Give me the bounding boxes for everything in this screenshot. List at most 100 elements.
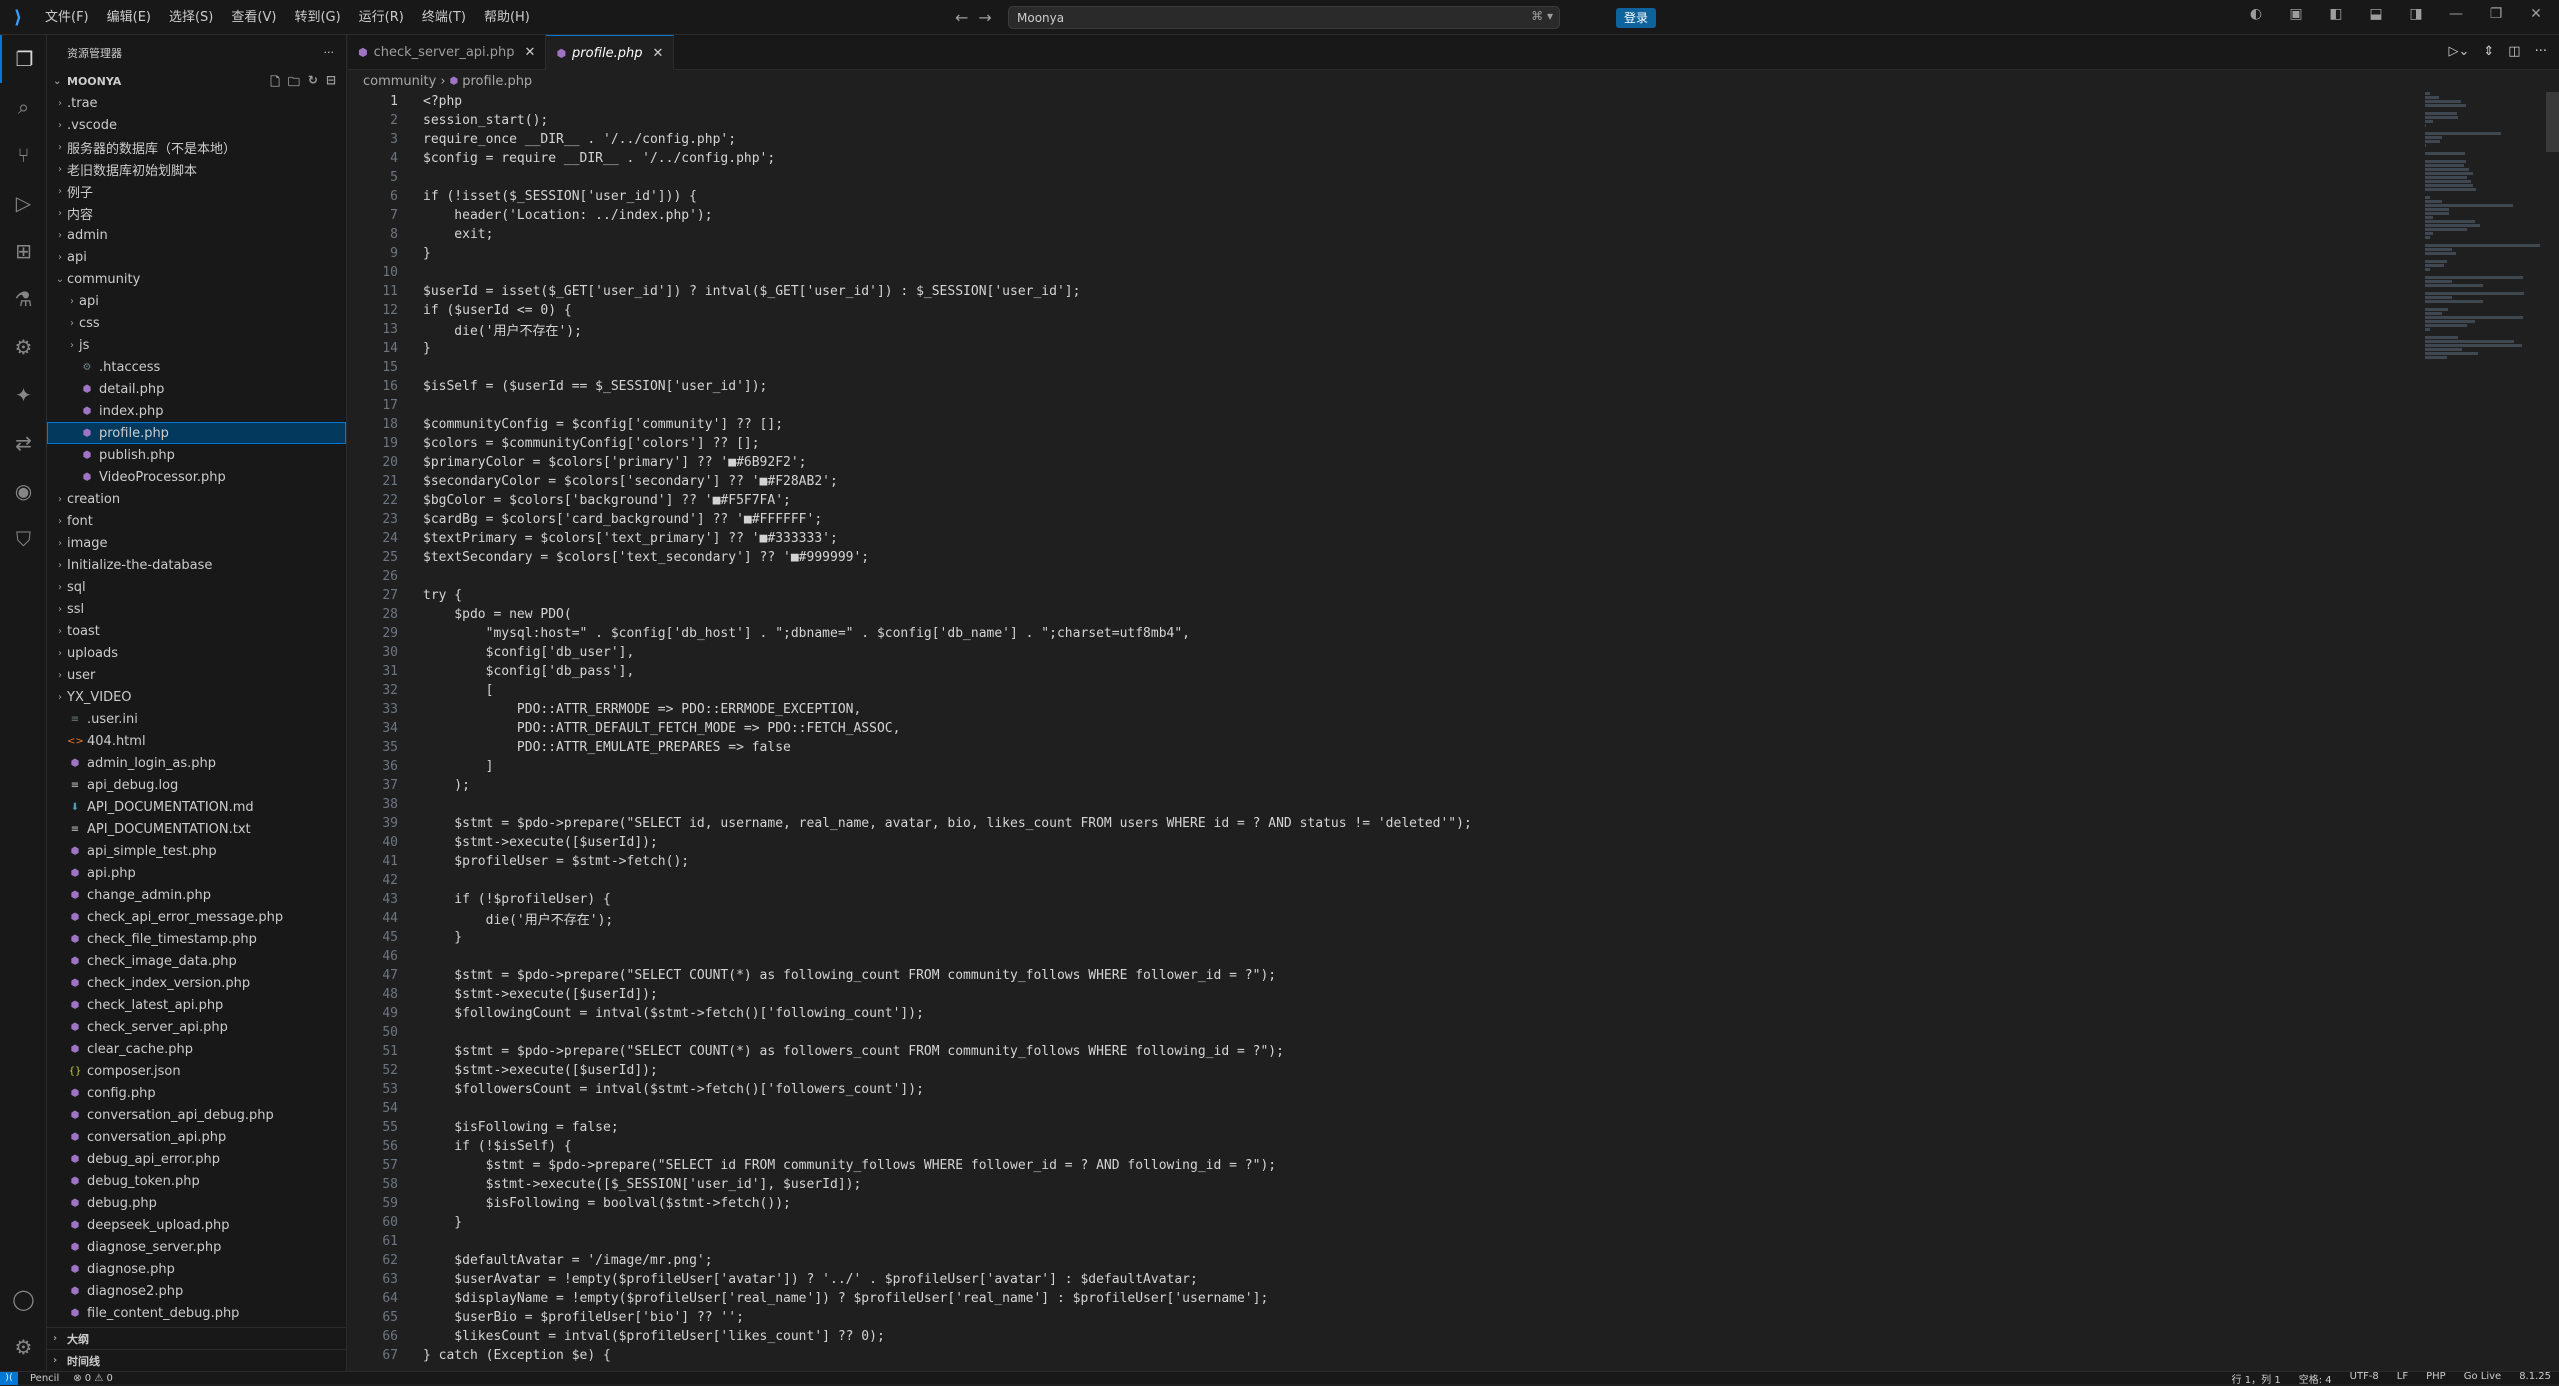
tree-file[interactable]: ⬢ index.php bbox=[47, 400, 346, 422]
code-line[interactable]: 23 $cardBg = $colors['card_background'] ?… bbox=[348, 510, 2408, 529]
code-line[interactable]: 61 bbox=[348, 1232, 2408, 1251]
code-line[interactable]: 34 PDO::ATTR_DEFAULT_FETCH_MODE => PDO::… bbox=[348, 719, 2408, 738]
code-line[interactable]: 57 $stmt = $pdo->prepare("SELECT id FROM… bbox=[348, 1156, 2408, 1175]
split-editor-icon[interactable]: ◫ bbox=[2508, 44, 2520, 59]
code-line[interactable]: 5 bbox=[348, 168, 2408, 187]
tree-folder[interactable]: › YX_VIDEO bbox=[47, 686, 346, 708]
code-line[interactable]: 50 bbox=[348, 1023, 2408, 1042]
edge-icon[interactable]: ◉ bbox=[0, 467, 47, 515]
status-right-item[interactable]: Go Live bbox=[2464, 1371, 2501, 1386]
back-icon[interactable]: ← bbox=[955, 8, 968, 27]
tree-file[interactable]: ⚙ .htaccess bbox=[47, 356, 346, 378]
code-line[interactable]: 67} catch (Exception $e) { bbox=[348, 1346, 2408, 1365]
tree-file[interactable]: {} composer.json bbox=[47, 1060, 346, 1082]
code-line[interactable]: 62 $defaultAvatar = '/image/mr.png'; bbox=[348, 1251, 2408, 1270]
testing-icon[interactable]: ⚗ bbox=[0, 275, 47, 323]
tree-file[interactable]: ⬢ publish.php bbox=[47, 444, 346, 466]
code-line[interactable]: 52 $stmt->execute([$userId]); bbox=[348, 1061, 2408, 1080]
menu-item[interactable]: 帮助(H) bbox=[475, 0, 539, 35]
run-icon[interactable]: ▷⌄ bbox=[2449, 44, 2470, 59]
settings-gear-icon[interactable]: ⚙ bbox=[0, 1323, 47, 1371]
more-actions-icon[interactable]: ··· bbox=[324, 46, 335, 59]
tree-folder[interactable]: › api bbox=[47, 246, 346, 268]
code-line[interactable]: 36 ] bbox=[348, 757, 2408, 776]
code-line[interactable]: 39 $stmt = $pdo->prepare("SELECT id, use… bbox=[348, 814, 2408, 833]
panel-toggle-icon[interactable]: ⬓ bbox=[2365, 6, 2387, 22]
status-right-item[interactable]: 8.1.25 bbox=[2519, 1371, 2551, 1386]
close-icon[interactable]: ✕ bbox=[652, 46, 663, 61]
code-line[interactable]: 66 $likesCount = intval($profileUser['li… bbox=[348, 1327, 2408, 1346]
run-debug-icon[interactable]: ▷ bbox=[0, 179, 47, 227]
code-line[interactable]: 13 die('用户不存在'); bbox=[348, 320, 2408, 339]
code-line[interactable]: 26 bbox=[348, 567, 2408, 586]
code-line[interactable]: 4 $config = require __DIR__ . '/../config… bbox=[348, 149, 2408, 168]
tree-folder[interactable]: › toast bbox=[47, 620, 346, 642]
code-line[interactable]: 31 $config['db_pass'], bbox=[348, 662, 2408, 681]
tree-file[interactable]: ⬢ diagnose2.php bbox=[47, 1280, 346, 1302]
tree-folder[interactable]: › 服务器的数据库（不是本地） bbox=[47, 136, 346, 158]
menu-item[interactable]: 运行(R) bbox=[350, 0, 413, 35]
new-file-icon[interactable]: 🗋 bbox=[270, 73, 280, 94]
code-line[interactable]: 47 $stmt = $pdo->prepare("SELECT COUNT(*… bbox=[348, 966, 2408, 985]
tree-file[interactable]: ⬢ clear_cache.php bbox=[47, 1038, 346, 1060]
tree-file[interactable]: ⬢ conversation_api.php bbox=[47, 1126, 346, 1148]
code-line[interactable]: 21 $secondaryColor = $colors['secondary']… bbox=[348, 472, 2408, 491]
more-icon[interactable]: ··· bbox=[2535, 44, 2547, 59]
tree-file[interactable]: ⬇ API_DOCUMENTATION.md bbox=[47, 796, 346, 818]
code-line[interactable]: 59 $isFollowing = boolval($stmt->fetch()… bbox=[348, 1194, 2408, 1213]
collapse-all-icon[interactable]: ⊟ bbox=[326, 73, 336, 94]
menu-item[interactable]: 终端(T) bbox=[413, 0, 475, 35]
code-line[interactable]: 17 bbox=[348, 396, 2408, 415]
code-line[interactable]: 64 $displayName = !empty($profileUser['r… bbox=[348, 1289, 2408, 1308]
code-line[interactable]: 53 $followersCount = intval($stmt->fetch… bbox=[348, 1080, 2408, 1099]
compare-icon[interactable]: ⇕ bbox=[2483, 44, 2494, 59]
tab-profile[interactable]: ⬢ profile.php ✕ bbox=[546, 35, 675, 70]
tree-file[interactable]: ⬢ debug_api_error.php bbox=[47, 1148, 346, 1170]
code-line[interactable]: 35 PDO::ATTR_EMULATE_PREPARES => false bbox=[348, 738, 2408, 757]
search-icon[interactable]: ⌕ bbox=[0, 83, 47, 131]
status-right-item[interactable]: LF bbox=[2397, 1371, 2408, 1386]
code-line[interactable]: 10 bbox=[348, 263, 2408, 282]
tree-file[interactable]: ≡ API_DOCUMENTATION.txt bbox=[47, 818, 346, 840]
code-line[interactable]: 7 header('Location: ../index.php'); bbox=[348, 206, 2408, 225]
code-line[interactable]: 56 if (!$isSelf) { bbox=[348, 1137, 2408, 1156]
code-line[interactable]: 30 $config['db_user'], bbox=[348, 643, 2408, 662]
project-root[interactable]: ⌄ MOONYA 🗋 🗀 ↻ ⊟ bbox=[47, 70, 346, 92]
code-line[interactable]: 32 [ bbox=[348, 681, 2408, 700]
tree-folder[interactable]: › api bbox=[47, 290, 346, 312]
code-line[interactable]: 25 $textSecondary = $colors['text_seconda… bbox=[348, 548, 2408, 567]
code-line[interactable]: 16 $isSelf = ($userId == $_SESSION['user_… bbox=[348, 377, 2408, 396]
code-line[interactable]: 46 bbox=[348, 947, 2408, 966]
code-line[interactable]: 40 $stmt->execute([$userId]); bbox=[348, 833, 2408, 852]
vertical-scrollbar[interactable] bbox=[2546, 92, 2559, 152]
tree-file[interactable]: ≡ api_debug.log bbox=[47, 774, 346, 796]
tree-file[interactable]: ⬢ admin_login_as.php bbox=[47, 752, 346, 774]
tree-file[interactable]: ⬢ VideoProcessor.php bbox=[47, 466, 346, 488]
breadcrumb-file[interactable]: profile.php bbox=[462, 74, 532, 89]
tree-folder[interactable]: › user bbox=[47, 664, 346, 686]
tree-file[interactable]: ⬢ check_latest_api.php bbox=[47, 994, 346, 1016]
code-line[interactable]: 20 $primaryColor = $colors['primary'] ?? … bbox=[348, 453, 2408, 472]
tree-folder[interactable]: › ssl bbox=[47, 598, 346, 620]
code-line[interactable]: 12 if ($userId <= 0) { bbox=[348, 301, 2408, 320]
code-line[interactable]: 42 bbox=[348, 871, 2408, 890]
status-right-item[interactable]: 行 1，列 1 bbox=[2232, 1371, 2281, 1386]
close-icon[interactable]: ✕ bbox=[525, 45, 536, 60]
accounts-icon[interactable]: ◐ bbox=[2245, 6, 2267, 22]
tree-folder[interactable]: › admin bbox=[47, 224, 346, 246]
menu-item[interactable]: 查看(V) bbox=[222, 0, 285, 35]
tree-folder[interactable]: › sql bbox=[47, 576, 346, 598]
menu-item[interactable]: 文件(F) bbox=[36, 0, 98, 35]
tree-folder[interactable]: › .vscode bbox=[47, 114, 346, 136]
tree-folder[interactable]: › creation bbox=[47, 488, 346, 510]
tree-folder[interactable]: › 老旧数据库初始划脚本 bbox=[47, 158, 346, 180]
tree-file[interactable]: ≡ .user.ini bbox=[47, 708, 346, 730]
tree-folder[interactable]: › 例子 bbox=[47, 180, 346, 202]
minimap[interactable] bbox=[2425, 92, 2545, 1371]
tree-file[interactable]: ⬢ change_admin.php bbox=[47, 884, 346, 906]
ai-assistant-icon[interactable]: ✦ bbox=[0, 371, 47, 419]
tree-folder[interactable]: › Initialize-the-database bbox=[47, 554, 346, 576]
code-line[interactable]: 3 require_once __DIR__ . '/../config.php'… bbox=[348, 130, 2408, 149]
code-line[interactable]: 65 $userBio = $profileUser['bio'] ?? ''; bbox=[348, 1308, 2408, 1327]
refresh-icon[interactable]: ↻ bbox=[308, 73, 318, 94]
